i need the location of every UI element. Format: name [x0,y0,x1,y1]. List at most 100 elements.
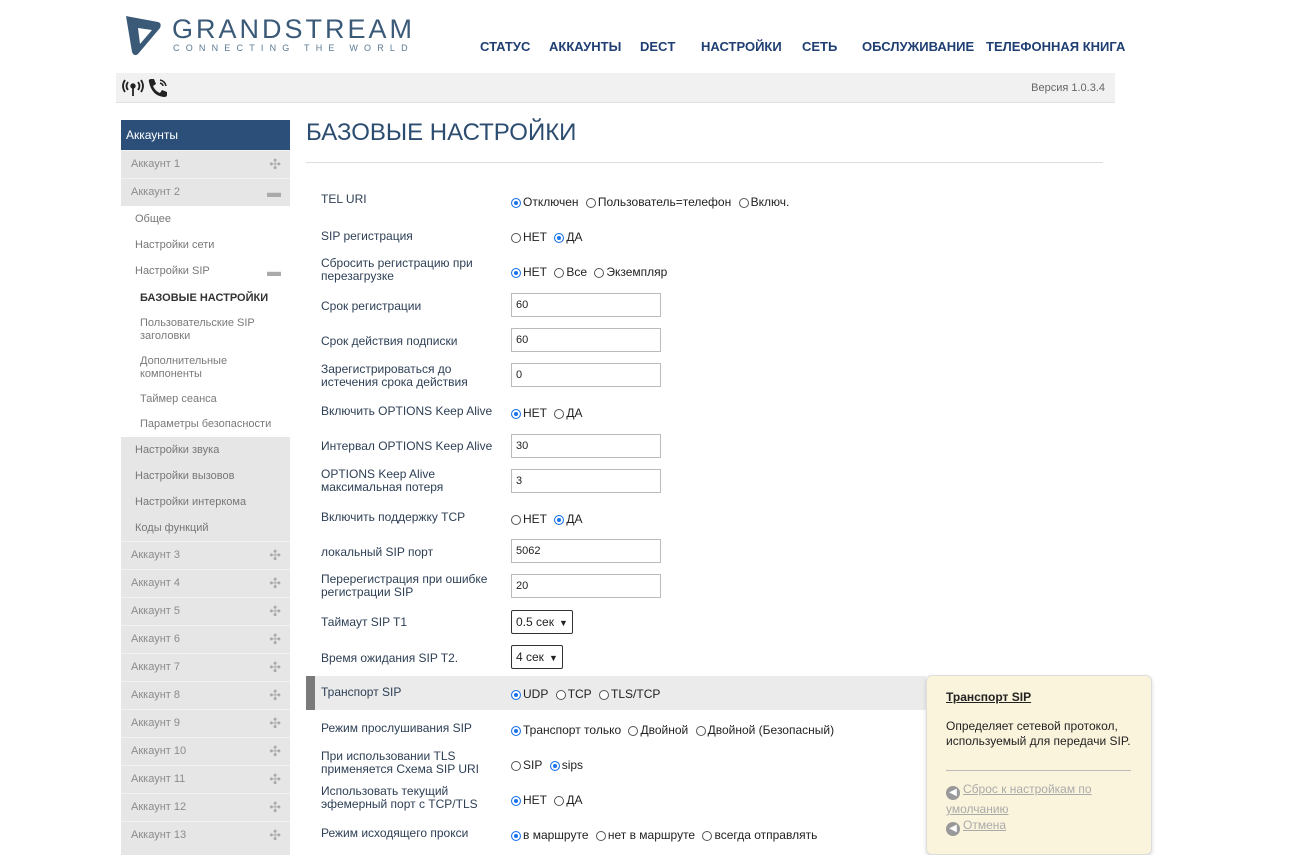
nav-dect[interactable]: DECT [640,39,675,54]
sidebar-item-account-8[interactable]: Аккаунт 8 ✣ [121,681,290,709]
radio-icon[interactable] [585,198,596,208]
sidebar-item-custom-sip-headers[interactable]: Пользовательские SIP заголовки [121,311,290,349]
radio-icon[interactable] [554,796,565,806]
sidebar-item-intercom-settings[interactable]: Настройки интеркома [121,489,290,515]
radio-icon[interactable] [511,726,521,736]
options-interval-input[interactable]: 30 [511,434,661,458]
radio-icon[interactable] [628,726,639,736]
sip-t1-select[interactable]: 0.5 сек ▼ [511,610,573,634]
radio-icon[interactable] [599,690,610,700]
radio-icon[interactable] [738,198,749,208]
sidebar-item-account-12[interactable]: Аккаунт 12 ✣ [121,793,290,821]
sidebar-item-account-6[interactable]: Аккаунт 6 ✣ [121,625,290,653]
radio-icon[interactable] [511,409,521,419]
sidebar-item-call-settings[interactable]: Настройки вызовов [121,463,290,489]
sidebar-item-basic-settings[interactable]: БАЗОВЫЕ НАСТРОЙКИ [121,284,290,311]
reset-registration-option-instance[interactable]: Экземпляр [594,265,667,279]
nav-settings[interactable]: НАСТРОЙКИ [701,39,782,54]
expand-plus-icon[interactable]: ✣ [269,151,281,178]
tcp-support-option-no[interactable]: НЕТ [511,512,547,526]
options-keepalive-option-yes[interactable]: ДА [554,406,582,420]
subscription-expiry-input[interactable]: 60 [511,328,661,352]
sidebar-item-session-timer[interactable]: Таймер сеанса [121,387,290,412]
sidebar-item-account-9[interactable]: Аккаунт 9 ✣ [121,709,290,737]
outbound-proxy-option-not-in-route[interactable]: нет в маршруте [595,828,695,842]
listen-mode-option-dual-secure[interactable]: Двойной (Безопасный) [695,723,834,737]
sip-registration-option-no[interactable]: НЕТ [511,230,547,244]
expand-plus-icon[interactable]: ✣ [269,654,281,681]
sip-transport-option-tcp[interactable]: TCP [555,687,592,701]
options-keepalive-option-no[interactable]: НЕТ [511,406,547,420]
registration-expiry-input[interactable]: 60 [511,293,661,317]
radio-icon[interactable] [554,233,565,243]
radio-icon[interactable] [511,690,521,700]
sidebar-item-account-13[interactable]: Аккаунт 13 ✣ [121,821,290,849]
sidebar-item-account-11[interactable]: Аккаунт 11 ✣ [121,765,290,793]
nav-network[interactable]: СЕТЬ [802,39,837,54]
nav-phonebook[interactable]: ТЕЛЕФОННАЯ КНИГА [986,39,1125,54]
nav-status[interactable]: СТАТУС [480,39,530,54]
outbound-proxy-option-in-route[interactable]: в маршруте [511,828,589,842]
ephemeral-port-option-no[interactable]: НЕТ [511,793,547,807]
local-sip-port-input[interactable]: 5062 [511,539,661,563]
tls-scheme-option-sips[interactable]: sips [549,758,583,772]
radio-icon[interactable] [554,268,565,278]
radio-icon[interactable] [549,761,560,771]
tel-uri-option-disabled[interactable]: Отключен [511,195,579,209]
nav-maintenance[interactable]: ОБСЛУЖИВАНИЕ [862,39,974,54]
expand-plus-icon[interactable]: ✣ [269,822,281,849]
tel-uri-option-enabled[interactable]: Включ. [738,195,789,209]
nav-accounts[interactable]: АККАУНТЫ [549,39,621,54]
reset-registration-option-all[interactable]: Все [554,265,587,279]
radio-icon[interactable] [554,515,565,525]
sidebar-item-sip-settings[interactable]: Настройки SIP ▬ [121,258,290,284]
reregister-on-error-input[interactable]: 20 [511,574,661,598]
sidebar-item-network-settings[interactable]: Настройки сети [121,232,290,258]
ephemeral-port-option-yes[interactable]: ДА [554,793,582,807]
radio-icon[interactable] [511,761,521,771]
reset-registration-option-no[interactable]: НЕТ [511,265,547,279]
tcp-support-option-yes[interactable]: ДА [554,512,582,526]
sidebar-item-account-2[interactable]: Аккаунт 2 ▬ [121,178,290,206]
expand-plus-icon[interactable]: ✣ [269,570,281,597]
outbound-proxy-option-always-send[interactable]: всегда отправлять [702,828,817,842]
expand-plus-icon[interactable]: ✣ [269,542,281,569]
radio-icon[interactable] [594,268,605,278]
radio-icon[interactable] [511,198,521,208]
radio-icon[interactable] [511,268,521,278]
sidebar-item-account-10[interactable]: Аккаунт 10 ✣ [121,737,290,765]
expand-plus-icon[interactable]: ✣ [269,738,281,765]
radio-icon[interactable] [702,831,713,841]
radio-icon[interactable] [695,726,706,736]
tls-scheme-option-sip[interactable]: SIP [511,758,542,772]
expand-plus-icon[interactable]: ✣ [269,710,281,737]
radio-icon[interactable] [511,796,521,806]
sip-t2-select[interactable]: 4 сек ▼ [511,645,563,669]
expand-plus-icon[interactable]: ✣ [269,682,281,709]
collapse-minus-icon[interactable]: ▬ [267,179,281,206]
expand-plus-icon[interactable]: ✣ [269,766,281,793]
expand-plus-icon[interactable]: ✣ [269,794,281,821]
reset-defaults-link[interactable]: ◀ Сброс к настройкам по умолчанию [946,780,1136,818]
sip-transport-option-udp[interactable]: UDP [511,687,548,701]
sidebar-item-account-4[interactable]: Аккаунт 4 ✣ [121,569,290,597]
sidebar-item-feature-codes[interactable]: Коды функций [121,515,290,541]
sidebar-item-general[interactable]: Общее [121,206,290,232]
radio-icon[interactable] [595,831,606,841]
radio-icon[interactable] [511,831,521,841]
listen-mode-option-dual[interactable]: Двойной [628,723,688,737]
sidebar-item-security-params[interactable]: Параметры безопасности [121,412,290,437]
sip-registration-option-yes[interactable]: ДА [554,230,582,244]
radio-icon[interactable] [511,233,521,243]
sidebar-item-account-3[interactable]: Аккаунт 3 ✣ [121,541,290,569]
sidebar-item-audio-settings[interactable]: Настройки звука [121,437,290,463]
expand-plus-icon[interactable]: ✣ [269,598,281,625]
tel-uri-option-user-phone[interactable]: Пользователь=телефон [585,195,731,209]
sidebar-item-account-7[interactable]: Аккаунт 7 ✣ [121,653,290,681]
collapse-minus-icon[interactable]: ▬ [267,258,281,284]
sidebar-item-account-1[interactable]: Аккаунт 1 ✣ [121,150,290,178]
radio-icon[interactable] [555,690,566,700]
sip-transport-option-tls[interactable]: TLS/TCP [599,687,660,701]
listen-mode-option-transport-only[interactable]: Транспорт только [511,723,621,737]
sidebar-item-extra-components[interactable]: Дополнительные компоненты [121,349,290,387]
